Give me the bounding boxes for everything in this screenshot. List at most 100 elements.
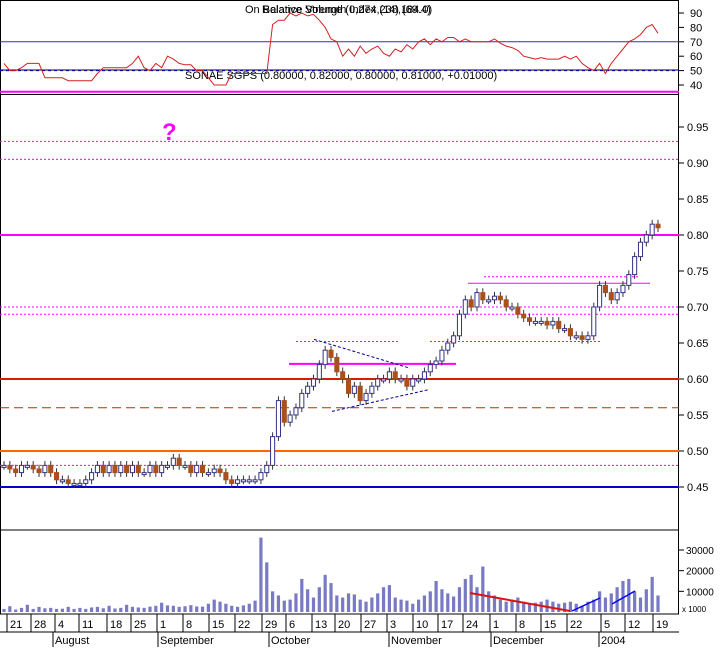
volume-bar: [14, 609, 18, 612]
candle: [462, 299, 468, 315]
volume-bar: [31, 608, 35, 612]
rsi-tick-label: 80: [690, 22, 702, 34]
volume-bar: [329, 583, 333, 612]
candle: [486, 299, 492, 303]
volume-bar: [650, 576, 654, 612]
volume-bar: [498, 599, 502, 612]
volume-bar: [183, 606, 187, 612]
volume-bar: [206, 603, 210, 612]
candle: [480, 292, 486, 301]
price-title: SONAE SGPS (0.80000, 0.82000, 0.80000, 0…: [185, 70, 497, 82]
candle: [170, 457, 176, 466]
candle: [299, 392, 305, 409]
candle: [293, 407, 299, 416]
volume-bar: [95, 606, 100, 612]
day-label: 6: [289, 619, 295, 631]
candle: [637, 241, 644, 258]
candle: [351, 385, 357, 394]
volume-bar: [265, 562, 269, 612]
candle: [550, 320, 556, 326]
candle: [159, 464, 165, 474]
volume-bar: [294, 593, 298, 612]
volume-bar: [89, 607, 94, 612]
price-tick-label: 0.75: [687, 266, 708, 278]
day-label: 22: [238, 619, 250, 631]
day-label: 15: [544, 619, 556, 631]
volume-bar: [452, 596, 456, 612]
candle: [515, 306, 521, 315]
day-label: 15: [212, 619, 224, 631]
day-label: 18: [110, 619, 122, 631]
candle: [94, 464, 100, 474]
volume-bar: [487, 591, 491, 612]
volume-bar: [416, 599, 421, 612]
day-label: 4: [58, 619, 64, 631]
candle: [188, 464, 194, 474]
volume-bar: [195, 606, 199, 612]
candle: [77, 482, 83, 486]
candle: [439, 349, 445, 362]
volume-bar: [341, 597, 345, 612]
volume-bar: [440, 589, 444, 612]
candle: [194, 464, 200, 474]
volume-bar: [323, 574, 327, 612]
rsi-tick-label: 60: [690, 51, 702, 63]
candle: [54, 472, 60, 481]
candle: [456, 313, 463, 337]
candle: [118, 464, 124, 474]
day-label: 29: [265, 619, 277, 631]
day-label: 28: [34, 619, 46, 631]
volume-tick-label: 30000: [686, 546, 714, 557]
candle: [474, 292, 480, 308]
candle: [632, 256, 638, 276]
volume-bar: [247, 603, 251, 612]
candle: [65, 479, 71, 484]
candle: [649, 223, 655, 236]
volume-bar: [422, 595, 427, 612]
month-label: December: [493, 635, 544, 647]
candle: [112, 464, 118, 474]
volume-panel-frame: [0, 529, 679, 615]
volume-bar: [235, 606, 240, 612]
candle: [270, 436, 276, 466]
rsi-tick-label: 90: [690, 8, 702, 20]
volume-bar: [165, 605, 170, 612]
rsi-tick-label: 70: [690, 37, 702, 49]
volume-bar: [101, 608, 105, 612]
candle: [264, 464, 270, 474]
candle: [217, 468, 223, 474]
candle: [340, 371, 346, 380]
volume-bar: [598, 591, 602, 612]
volume-bar: [189, 605, 193, 612]
volume-bar: [527, 603, 532, 612]
volume-bar: [300, 578, 304, 612]
volume-bar: [516, 597, 520, 612]
volume-bar: [603, 597, 608, 612]
candle: [316, 364, 322, 380]
month-label: 2004: [601, 635, 625, 647]
month-label: August: [55, 635, 89, 647]
day-label: 21: [10, 619, 22, 631]
volume-bar: [43, 608, 47, 612]
chart-stage: On Balance Volume (0,274,238,184.0) Rela…: [0, 0, 724, 647]
price-panel-frame: [0, 69, 679, 531]
candle: [223, 472, 229, 481]
volume-bar: [177, 606, 181, 612]
day-label: 19: [656, 619, 668, 631]
candle: [235, 479, 241, 484]
x-axis-layer: 21 28 4 11 18 25 1 8 15 22 29 6 13 20 27 3 10 17 24 1 8 15 22 5…: [0, 614, 679, 647]
candle: [83, 479, 89, 484]
volume-bar: [352, 594, 356, 612]
candle: [445, 342, 451, 351]
price-tick-label: 0.45: [687, 482, 708, 494]
volume-bar: [230, 605, 234, 612]
candle: [153, 464, 159, 474]
volume-bar: [113, 608, 117, 612]
candle: [509, 306, 515, 310]
volume-bar: [142, 607, 146, 612]
volume-bar: [656, 595, 660, 612]
candle: [24, 464, 30, 468]
day-label: 8: [519, 619, 525, 631]
price-levels-layer: [0, 90, 679, 488]
candle: [141, 472, 147, 476]
